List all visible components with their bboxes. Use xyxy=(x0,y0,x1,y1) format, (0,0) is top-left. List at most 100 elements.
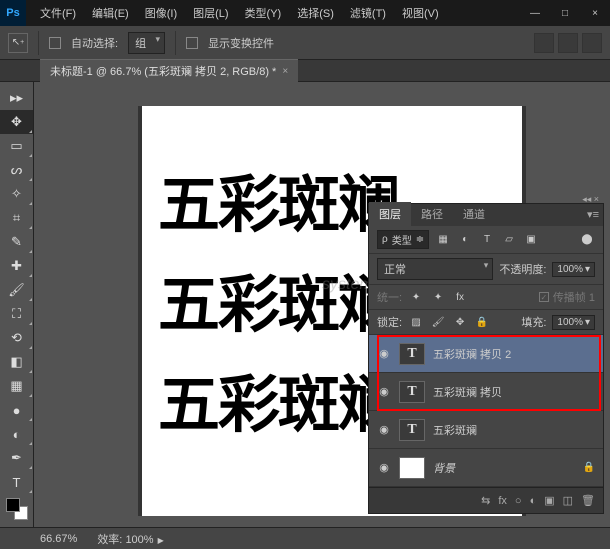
layer-row[interactable]: ◉ T 五彩斑斓 拷贝 xyxy=(369,373,603,411)
blend-mode-combo[interactable]: 正常 xyxy=(377,258,493,280)
pen-tool[interactable]: ✒ xyxy=(0,446,33,470)
blur-tool[interactable]: ● xyxy=(0,398,33,422)
menu-edit[interactable]: 编辑(E) xyxy=(86,1,135,25)
lock-icon: 🔒 xyxy=(583,462,595,473)
tab-channels[interactable]: 通道 xyxy=(453,202,495,226)
fill-input[interactable]: 100% ▾ xyxy=(552,315,595,330)
layer-name[interactable]: 五彩斑斓 拷贝 2 xyxy=(433,346,511,362)
eraser-tool[interactable]: ◧ xyxy=(0,350,33,374)
visibility-icon[interactable]: ◉ xyxy=(377,423,391,436)
align-icon[interactable] xyxy=(558,33,578,53)
menu-layer[interactable]: 图层(L) xyxy=(187,1,234,25)
filter-pixel-icon[interactable]: ▦ xyxy=(435,232,451,248)
unify-icon[interactable]: ✦ xyxy=(430,289,446,305)
align-icon[interactable] xyxy=(534,33,554,53)
menu-image[interactable]: 图像(I) xyxy=(139,1,183,25)
canvas-text-2: 五彩斑斓 xyxy=(158,254,398,344)
visibility-icon[interactable]: ◉ xyxy=(377,461,391,474)
layer-row[interactable]: ◉ T 五彩斑斓 拷贝 2 xyxy=(369,335,603,373)
unify-row: 统一: ✦ ✦ fx ✓ 传播帧 1 xyxy=(369,285,603,310)
panel-menu-icon[interactable]: ▾≡ xyxy=(587,208,599,221)
propagate-checkbox[interactable]: ✓ xyxy=(539,292,549,302)
lock-all-icon[interactable]: 🔒 xyxy=(474,314,490,330)
group-icon[interactable]: ▣ xyxy=(544,494,554,507)
tab-layers[interactable]: 图层 xyxy=(369,202,411,226)
layer-name[interactable]: 背景 xyxy=(433,460,455,476)
blend-row: 正常 不透明度: 100% ▾ xyxy=(369,254,603,285)
filter-type-icon[interactable]: T xyxy=(479,232,495,248)
filter-smart-icon[interactable]: ▣ xyxy=(523,232,539,248)
stamp-tool[interactable]: ⛶ xyxy=(0,302,33,326)
history-brush-tool[interactable]: ⟲ xyxy=(0,326,33,350)
unify-label: 统一: xyxy=(377,289,402,305)
lasso-tool[interactable]: ᔕ xyxy=(0,158,33,182)
layer-thumb-bg[interactable] xyxy=(399,457,425,479)
auto-select-checkbox[interactable] xyxy=(49,37,61,49)
lock-pixels-icon[interactable]: 🖌 xyxy=(430,314,446,330)
visibility-icon[interactable]: ◉ xyxy=(377,385,391,398)
collapse-icon[interactable]: ▸▸ xyxy=(0,86,33,110)
auto-select-label: 自动选择: xyxy=(71,35,118,51)
layer-row[interactable]: ◉ T 五彩斑斓 xyxy=(369,411,603,449)
menu-select[interactable]: 选择(S) xyxy=(291,1,340,25)
layers-panel: ◂◂ × 图层 路径 通道 ▾≡ ρ类型 ≑ ▦ ◐ T ▱ ▣ ⬤ 正常 不透… xyxy=(368,203,604,514)
menu-view[interactable]: 视图(V) xyxy=(396,1,445,25)
filter-toggle[interactable]: ⬤ xyxy=(579,232,595,248)
marquee-tool[interactable]: ▭ xyxy=(0,134,33,158)
lock-transparent-icon[interactable]: ▨ xyxy=(408,314,424,330)
layer-thumb-text[interactable]: T xyxy=(399,381,425,403)
filter-adjust-icon[interactable]: ◐ xyxy=(457,232,473,248)
document-tab[interactable]: 未标题-1 @ 66.7% (五彩斑斓 拷贝 2, RGB/8) * × xyxy=(40,59,298,82)
kind-filter[interactable]: ρ类型 ≑ xyxy=(377,230,429,249)
menu-filter[interactable]: 滤镜(T) xyxy=(344,1,392,25)
color-swatches[interactable] xyxy=(6,498,28,520)
options-bar: ↖+ 自动选择: 组 显示变换控件 xyxy=(0,26,610,60)
opacity-input[interactable]: 100% ▾ xyxy=(552,262,595,277)
auto-select-combo[interactable]: 组 xyxy=(128,32,165,54)
current-tool-icon[interactable]: ↖+ xyxy=(8,33,28,53)
fx-icon[interactable]: fx xyxy=(498,495,507,507)
divider xyxy=(38,31,39,55)
layer-row[interactable]: ◉ 背景 🔒 xyxy=(369,449,603,487)
wand-tool[interactable]: ✧ xyxy=(0,182,33,206)
filter-shape-icon[interactable]: ▱ xyxy=(501,232,517,248)
layer-thumb-text[interactable]: T xyxy=(399,343,425,365)
canvas-text-3: 五彩斑斓 xyxy=(158,354,398,444)
lock-row: 锁定: ▨ 🖌 ✥ 🔒 填充: 100% ▾ xyxy=(369,310,603,335)
layer-name[interactable]: 五彩斑斓 xyxy=(433,422,477,438)
zoom-value[interactable]: 66.67% xyxy=(40,533,77,545)
unify-icon[interactable]: ✦ xyxy=(408,289,424,305)
close-button[interactable]: × xyxy=(580,2,610,24)
lock-position-icon[interactable]: ✥ xyxy=(452,314,468,330)
mask-icon[interactable]: ○ xyxy=(515,495,522,507)
transform-checkbox[interactable] xyxy=(186,37,198,49)
dodge-tool[interactable]: ◐ xyxy=(0,422,33,446)
move-tool[interactable]: ✥ xyxy=(0,110,33,134)
layer-thumb-text[interactable]: T xyxy=(399,419,425,441)
menu-type[interactable]: 类型(Y) xyxy=(239,1,288,25)
window-controls: — □ × xyxy=(520,2,610,24)
brush-tool[interactable]: 🖌 xyxy=(0,278,33,302)
heal-tool[interactable]: ✚ xyxy=(0,254,33,278)
eyedropper-tool[interactable]: ✎ xyxy=(0,230,33,254)
crop-tool[interactable]: ⌗ xyxy=(0,206,33,230)
link-icon[interactable]: ⇆ xyxy=(481,494,490,507)
gradient-tool[interactable]: ▦ xyxy=(0,374,33,398)
align-buttons xyxy=(534,33,602,53)
canvas-text-1: 五彩斑斓 xyxy=(158,154,398,244)
type-tool[interactable]: T xyxy=(0,470,33,494)
minimize-button[interactable]: — xyxy=(520,2,550,24)
align-icon[interactable] xyxy=(582,33,602,53)
unify-icon[interactable]: fx xyxy=(452,289,468,305)
propagate-label: 传播帧 1 xyxy=(553,289,595,305)
maximize-button[interactable]: □ xyxy=(550,2,580,24)
adjust-icon[interactable]: ◐ xyxy=(530,495,537,507)
status-label[interactable]: 效率: 100%▶ xyxy=(97,531,163,547)
tab-paths[interactable]: 路径 xyxy=(411,202,453,226)
menu-file[interactable]: 文件(F) xyxy=(34,1,82,25)
trash-icon[interactable]: 🗑 xyxy=(581,494,595,507)
new-layer-icon[interactable]: ◫ xyxy=(563,494,573,507)
layer-name[interactable]: 五彩斑斓 拷贝 xyxy=(433,384,502,400)
tab-close-icon[interactable]: × xyxy=(282,66,288,77)
visibility-icon[interactable]: ◉ xyxy=(377,347,391,360)
